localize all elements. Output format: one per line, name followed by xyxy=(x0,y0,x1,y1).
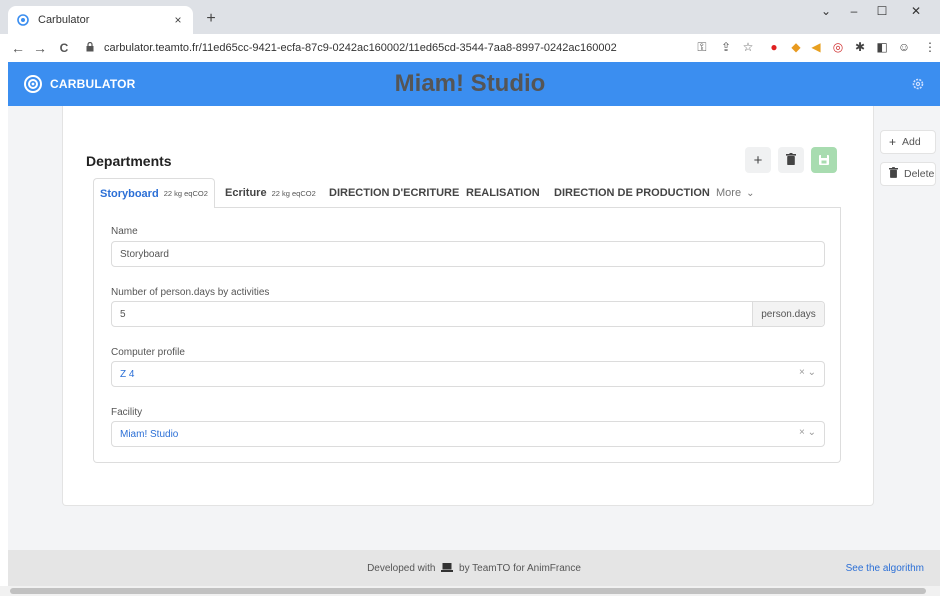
password-key-icon[interactable]: ⚿ xyxy=(694,39,710,55)
facility-label: Facility xyxy=(111,407,143,418)
tab-realisation[interactable]: REALISATION xyxy=(466,178,540,208)
departments-title: Departments xyxy=(86,153,172,169)
facility-select[interactable]: Miam! Studio × ⌄ xyxy=(111,421,825,447)
delete-department-button[interactable] xyxy=(778,147,804,173)
chevron-down-icon: ⌄ xyxy=(746,187,755,199)
tab-label: REALISATION xyxy=(466,187,540,199)
sidepanel-icon[interactable]: ◧ xyxy=(874,39,890,55)
lock-icon xyxy=(86,41,98,54)
maximize-button[interactable]: ☐ xyxy=(870,4,894,18)
persondays-value: 5 xyxy=(120,308,126,320)
trash-icon xyxy=(786,152,796,169)
tab-search-button[interactable]: ⌄ xyxy=(814,4,838,18)
reload-button[interactable]: C xyxy=(54,41,74,55)
computer-profile-value: Z 4 xyxy=(120,368,135,380)
page-title: Miam! Studio xyxy=(394,70,546,97)
browser-tab-title: Carbulator xyxy=(38,14,90,26)
persondays-label: Number of person.days by activities xyxy=(111,287,270,298)
footer: Developed with by TeamTO for AnimFrance … xyxy=(8,550,940,586)
minimize-button[interactable]: – xyxy=(842,4,866,18)
puzzle-extensions-icon[interactable]: ✱ xyxy=(852,39,868,55)
tab-co2-badge: 22 kg eqCO2 xyxy=(271,188,316,198)
plus-icon: + xyxy=(753,151,763,169)
persondays-input[interactable]: 5 person.days xyxy=(111,301,825,327)
trash-icon xyxy=(889,167,898,181)
browser-tab[interactable]: Carbulator × xyxy=(8,6,193,34)
url-text: carbulator.teamto.fr/11ed65cc-9421-ecfa-… xyxy=(104,42,617,54)
side-add-button[interactable]: + Add xyxy=(880,130,936,154)
chrome-menu-icon[interactable]: ⋮ xyxy=(922,39,938,55)
see-algorithm-link[interactable]: See the algorithm xyxy=(846,563,924,574)
url-field[interactable]: carbulator.teamto.fr/11ed65cc-9421-ecfa-… xyxy=(86,38,686,58)
ublock-extension-icon[interactable]: ● xyxy=(766,39,782,55)
profile-avatar-icon[interactable]: ☺ xyxy=(896,39,912,55)
gear-icon[interactable] xyxy=(912,78,924,90)
left-window-edge xyxy=(0,62,8,586)
app-header: CARBULATOR Miam! Studio xyxy=(0,62,940,106)
side-add-label: Add xyxy=(902,136,921,148)
new-tab-button[interactable]: + xyxy=(202,10,220,28)
tab-direction-d-ecriture[interactable]: DIRECTION D'ECRITURE xyxy=(329,178,459,208)
tab-label: Ecriture xyxy=(225,187,267,199)
save-floppy-icon xyxy=(819,152,829,169)
name-label: Name xyxy=(111,226,138,237)
close-window-button[interactable]: ✕ xyxy=(904,4,928,18)
developed-with-text: Developed with by TeamTO for AnimFrance xyxy=(8,563,940,575)
tab-label: DIRECTION D'ECRITURE xyxy=(329,187,460,199)
department-tabs: Storyboard 22 kg eqCO2 Ecriture 22 kg eq… xyxy=(93,178,841,209)
laptop-icon xyxy=(441,563,454,575)
close-tab-icon[interactable]: × xyxy=(171,13,185,27)
developed-prefix: Developed with xyxy=(367,563,436,574)
more-label: More xyxy=(716,187,742,199)
add-department-button[interactable]: + xyxy=(745,147,771,173)
developed-suffix: by TeamTO for AnimFrance xyxy=(459,563,581,574)
browser-tab-strip: Carbulator × + ⌄ – ☐ ✕ xyxy=(0,0,940,34)
name-input[interactable]: Storyboard xyxy=(111,241,825,267)
computer-profile-select[interactable]: Z 4 × ⌄ xyxy=(111,361,825,387)
tab-label: DIRECTION DE PRODUCTION xyxy=(554,187,710,199)
horizontal-scrollbar[interactable] xyxy=(0,586,940,596)
tab-storyboard[interactable]: Storyboard 22 kg eqCO2 xyxy=(93,178,215,209)
persondays-unit-addon: person.days xyxy=(752,302,824,326)
tab-co2-badge: 22 kg eqCO2 xyxy=(163,189,208,198)
side-delete-label: Delete xyxy=(904,168,935,180)
tab-ecriture[interactable]: Ecriture 22 kg eqCO2 xyxy=(225,178,316,208)
megaphone-extension-icon[interactable]: ◀ xyxy=(808,39,824,55)
share-icon[interactable]: ⇪ xyxy=(718,39,734,55)
bitwarden-extension-icon[interactable]: ◆ xyxy=(788,39,804,55)
tab-more-dropdown[interactable]: More ⌄ xyxy=(716,178,754,208)
back-button[interactable]: ← xyxy=(8,40,28,56)
facility-value: Miam! Studio xyxy=(120,428,179,440)
scrollbar-thumb[interactable] xyxy=(10,588,926,594)
name-value: Storyboard xyxy=(120,248,169,260)
side-delete-button[interactable]: Delete xyxy=(880,162,936,186)
tab-label: Storyboard xyxy=(100,187,159,200)
clear-and-chevron-icon[interactable]: × ⌄ xyxy=(799,427,816,438)
forward-button[interactable]: → xyxy=(30,40,50,56)
clear-and-chevron-icon[interactable]: × ⌄ xyxy=(799,367,816,378)
computer-profile-label: Computer profile xyxy=(111,347,185,358)
plus-icon: + xyxy=(889,135,897,149)
circle-extension-icon[interactable]: ◎ xyxy=(830,39,846,55)
save-department-button[interactable] xyxy=(811,147,837,173)
tab-direction-de-production[interactable]: DIRECTION DE PRODUCTION xyxy=(554,178,710,208)
carbulator-favicon-icon xyxy=(16,13,30,27)
bookmark-star-icon[interactable]: ☆ xyxy=(740,39,756,55)
department-form-panel: Name Storyboard Number of person.days by… xyxy=(93,208,841,463)
